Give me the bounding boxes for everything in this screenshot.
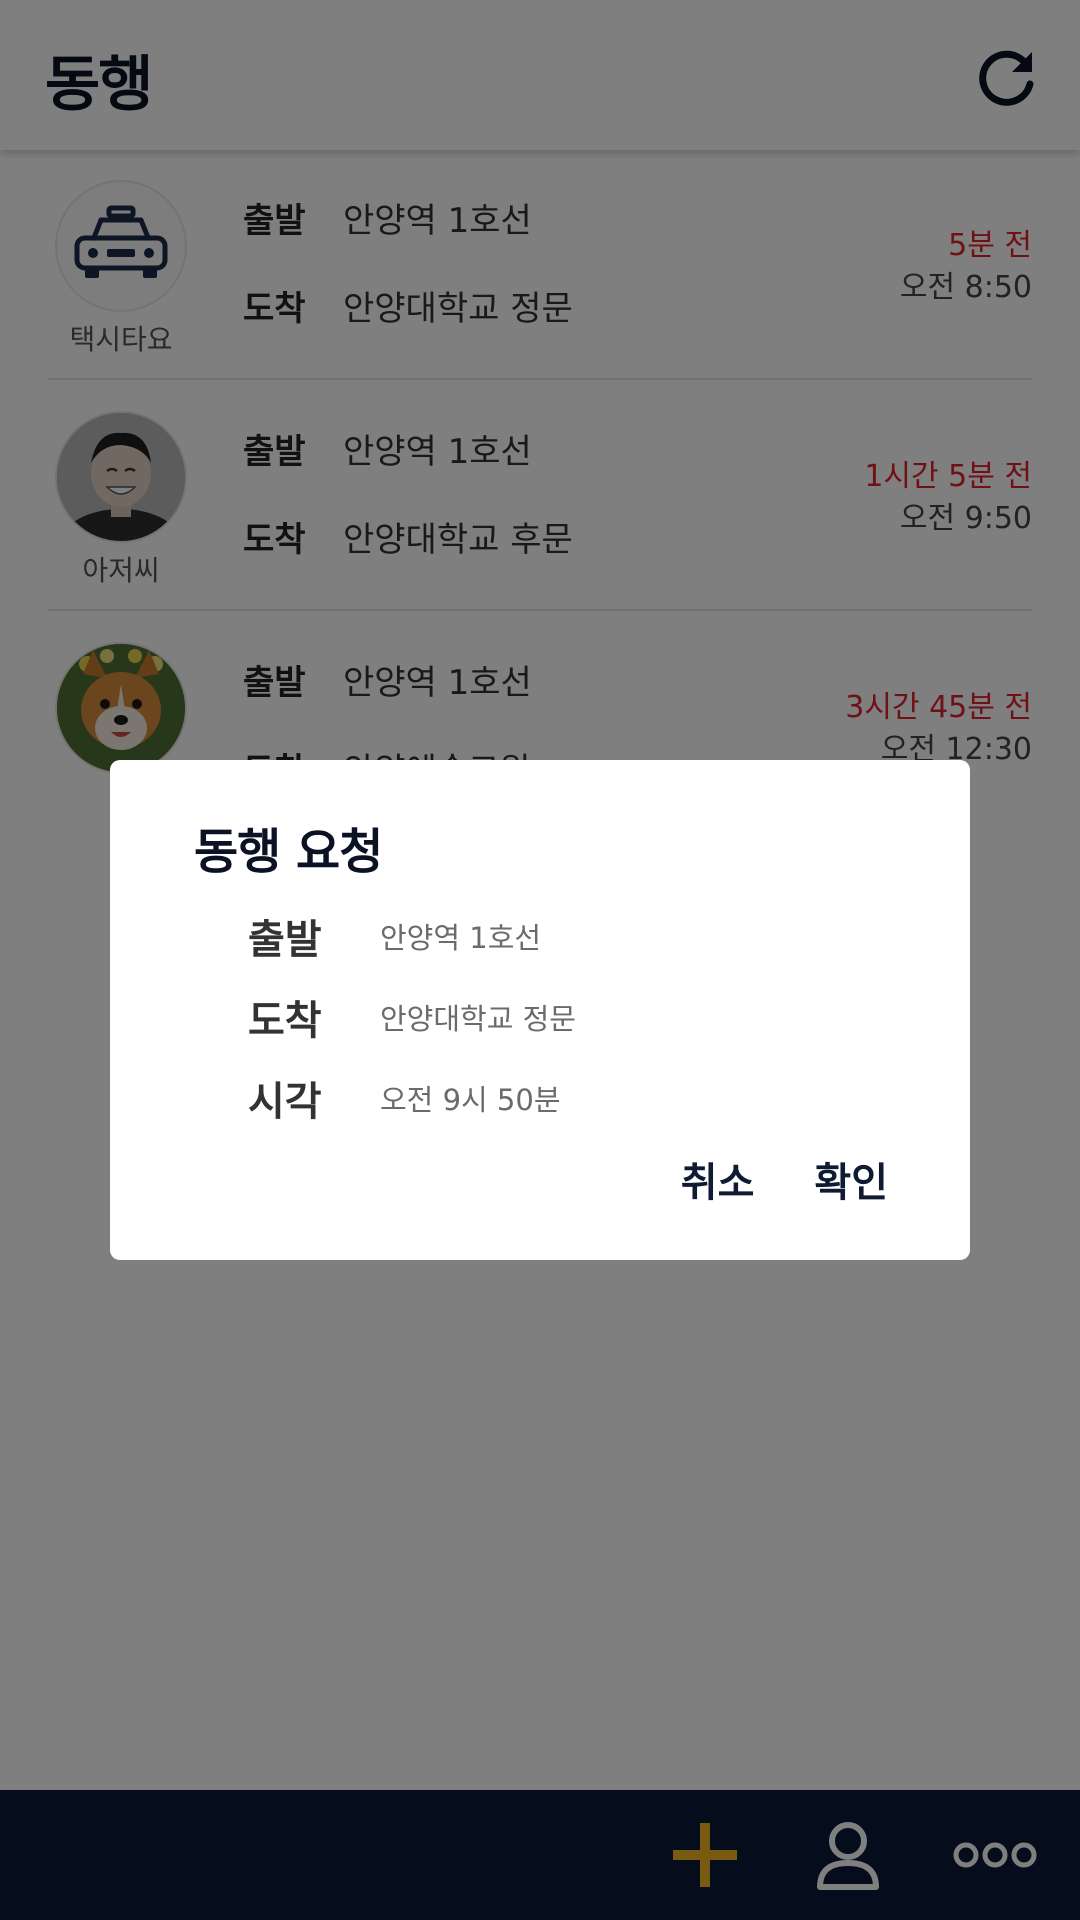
dialog-actions: 취소 확인	[681, 1150, 888, 1208]
dialog-time-label: 시각	[248, 1079, 322, 1125]
dialog-time-row: 시각 오전 9시 50분	[248, 1070, 561, 1126]
dialog-arrive-value: 안양대학교 정문	[380, 1002, 576, 1036]
dialog-depart-value: 안양역 1호선	[380, 921, 542, 955]
confirm-button[interactable]: 확인	[814, 1150, 888, 1208]
dialog-depart-row: 출발 안양역 1호선	[248, 908, 541, 964]
app-screen: 동행 요청 출발 안양역 1호선 도착 안양대학교 정문 시각 오전 9시 50…	[0, 0, 1080, 1920]
dialog-arrive-label: 도착	[248, 998, 322, 1044]
dialog-time-value: 오전 9시 50분	[380, 1083, 561, 1117]
dialog-arrive-row: 도착 안양대학교 정문	[248, 989, 576, 1045]
cancel-button[interactable]: 취소	[681, 1150, 755, 1208]
dialog-title: 동행 요청	[194, 824, 383, 880]
ride-request-dialog: 동행 요청 출발 안양역 1호선 도착 안양대학교 정문 시각 오전 9시 50…	[110, 760, 970, 1260]
dialog-depart-label: 출발	[248, 917, 322, 963]
